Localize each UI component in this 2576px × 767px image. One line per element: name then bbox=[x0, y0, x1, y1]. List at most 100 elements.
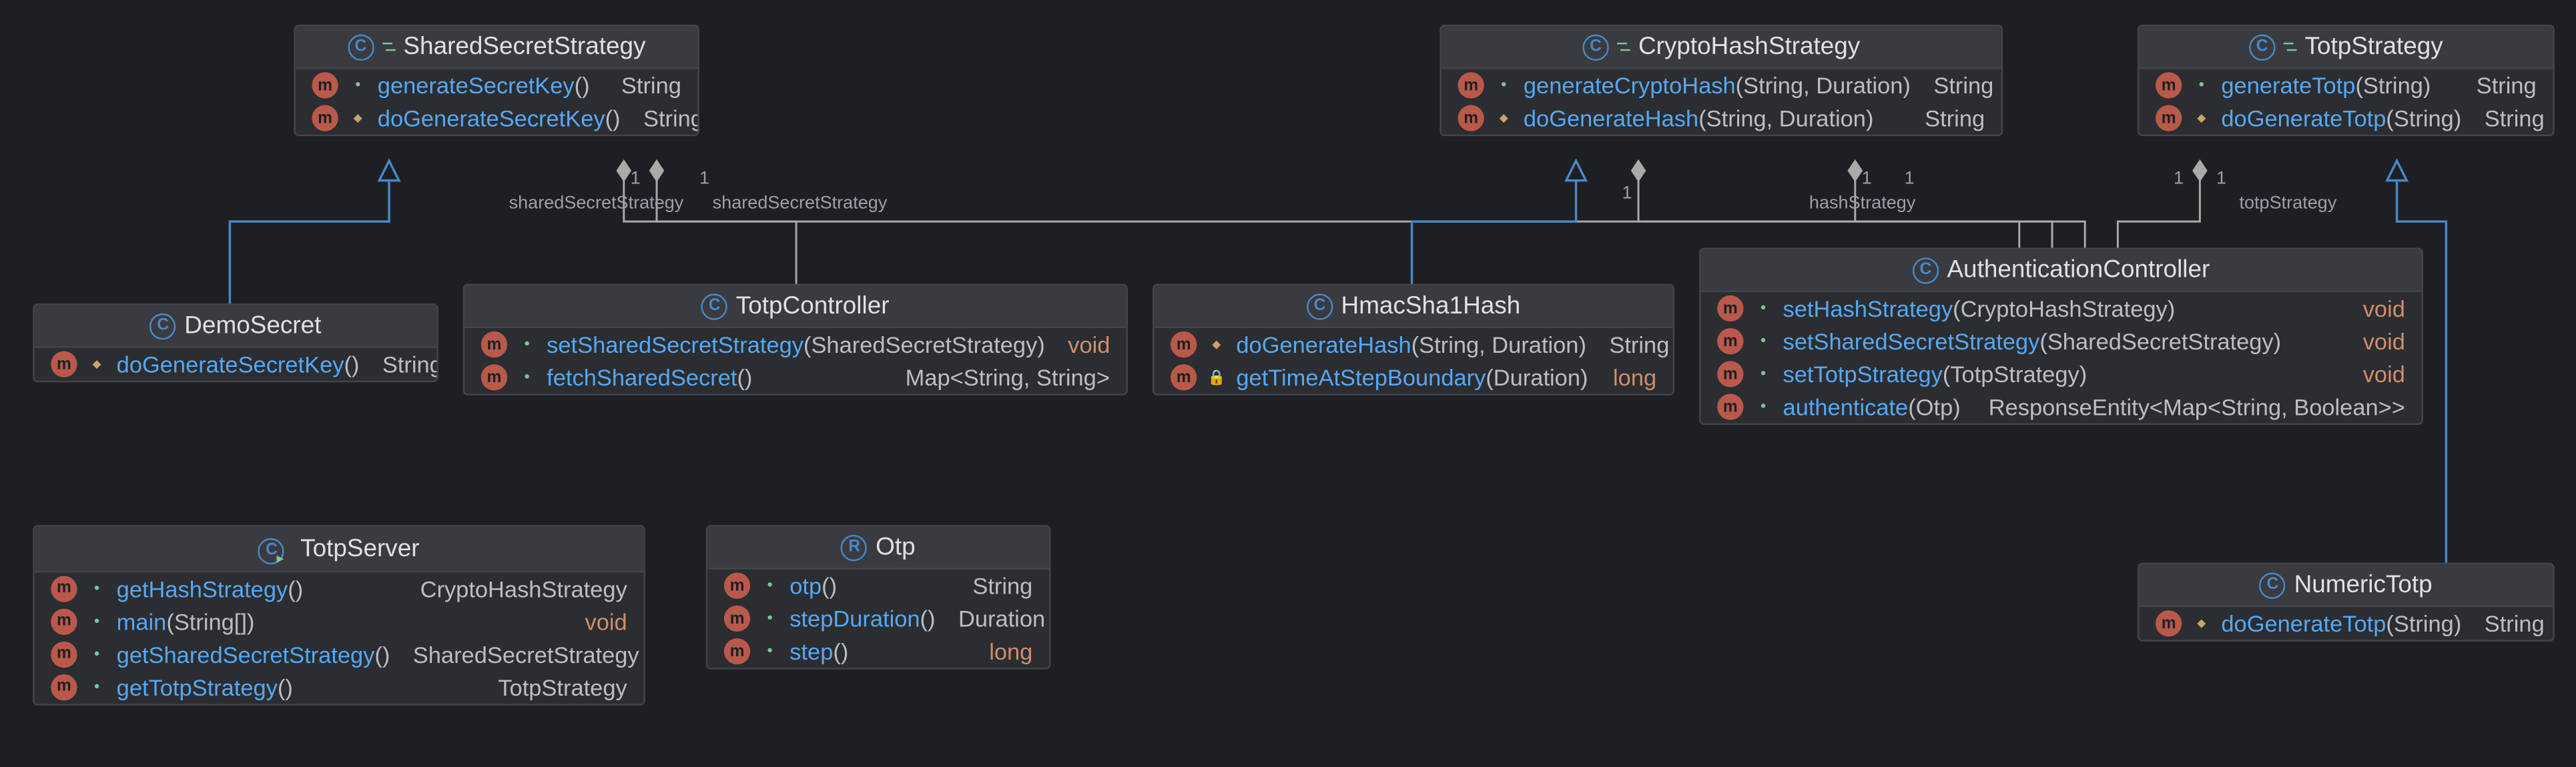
member-row[interactable]: mdoGenerateSecretKey() String bbox=[35, 348, 437, 381]
class-header: C TotpController bbox=[464, 285, 1126, 328]
member-row[interactable]: mstep() long bbox=[707, 635, 1049, 668]
class-totp-strategy[interactable]: C TotpStrategy mgenerateTotp(String) Str… bbox=[2138, 25, 2555, 136]
return-type: String bbox=[621, 72, 681, 98]
class-authentication-controller[interactable]: C AuthenticationController msetHashStrat… bbox=[1699, 247, 2423, 425]
return-type: ResponseEntity<Map<String, Boolean>> bbox=[1989, 394, 2405, 420]
visibility-protected-icon bbox=[2190, 107, 2213, 129]
class-icon: C bbox=[1913, 257, 1939, 283]
method-icon: m bbox=[51, 674, 77, 700]
member-row[interactable]: mgetTotpStrategy() TotpStrategy bbox=[35, 670, 644, 703]
class-name: NumericTotp bbox=[2294, 571, 2433, 599]
method-name: setTotpStrategy bbox=[1783, 361, 1943, 387]
svg-text:1: 1 bbox=[2216, 168, 2226, 188]
class-header: C DemoSecret bbox=[35, 305, 437, 348]
member-row[interactable]: mfetchSharedSecret() Map<String, String> bbox=[464, 361, 1126, 394]
method-params: (String) bbox=[2386, 105, 2461, 131]
method-icon: m bbox=[312, 72, 338, 98]
method-params: () bbox=[344, 351, 359, 377]
visibility-public-icon bbox=[85, 577, 108, 600]
class-name: SharedSecretStrategy bbox=[403, 33, 645, 61]
return-type: long bbox=[1613, 364, 1656, 390]
visibility-private-icon bbox=[1205, 366, 1228, 389]
member-row[interactable]: mgetSharedSecretStrategy() SharedSecretS… bbox=[35, 638, 644, 670]
class-demo-secret[interactable]: C DemoSecret mdoGenerateSecretKey() Stri… bbox=[33, 303, 438, 382]
visibility-public-icon bbox=[1492, 74, 1515, 97]
method-icon: m bbox=[481, 364, 507, 390]
member-row[interactable]: mgenerateCryptoHash(String, Duration) St… bbox=[1441, 69, 2001, 101]
svg-text:1: 1 bbox=[699, 168, 709, 188]
visibility-public-icon bbox=[346, 74, 369, 97]
return-type: String bbox=[972, 573, 1032, 599]
member-row[interactable]: mdoGenerateHash(String, Duration) String bbox=[1441, 102, 2001, 135]
method-icon: m bbox=[1717, 361, 1743, 387]
class-totp-controller[interactable]: C TotpController msetSharedSecretStrateg… bbox=[463, 284, 1128, 396]
class-header: C▸ TotpServer bbox=[35, 527, 644, 572]
uml-canvas: 1 1 1 1 1 1 1 sharedSecretStrategy share… bbox=[0, 0, 2576, 755]
visibility-public-icon bbox=[759, 607, 781, 630]
method-name: doGenerateSecretKey bbox=[117, 351, 344, 377]
class-shared-secret-strategy[interactable]: C SharedSecretStrategy m generateSecretK… bbox=[294, 25, 699, 136]
method-params: (String, Duration) bbox=[1411, 331, 1586, 357]
method-params: () bbox=[920, 606, 936, 632]
visibility-protected-icon bbox=[346, 107, 369, 129]
visibility-public-icon bbox=[1752, 363, 1775, 386]
member-row[interactable]: mgenerateTotp(String) String bbox=[2139, 69, 2553, 101]
visibility-public-icon bbox=[1752, 297, 1775, 319]
svg-text:1: 1 bbox=[2174, 168, 2184, 188]
visibility-public-icon bbox=[759, 574, 781, 597]
method-params: (Otp) bbox=[1908, 394, 1960, 420]
return-type: long bbox=[989, 638, 1032, 664]
return-type: SharedSecretStrategy bbox=[413, 641, 639, 667]
class-icon: C bbox=[1582, 33, 1608, 59]
return-type: String bbox=[1933, 72, 1993, 98]
member-row[interactable]: mdoGenerateTotp(String) String bbox=[2139, 102, 2553, 135]
method-params: (String[]) bbox=[166, 608, 254, 634]
method-params: (String) bbox=[2386, 610, 2461, 636]
class-numeric-totp[interactable]: C NumericTotp mdoGenerateTotp(String) St… bbox=[2138, 563, 2555, 642]
method-name: generateCryptoHash bbox=[1524, 72, 1736, 98]
svg-text:1: 1 bbox=[1862, 168, 1872, 188]
visibility-public-icon bbox=[85, 642, 108, 665]
member-row[interactable]: mauthenticate(Otp) ResponseEntity<Map<St… bbox=[1701, 390, 2422, 423]
class-icon: C bbox=[701, 293, 727, 319]
member-row[interactable]: m generateSecretKey() String bbox=[296, 69, 698, 101]
member-row[interactable]: msetHashStrategy(CryptoHashStrategy) voi… bbox=[1701, 292, 2422, 325]
method-icon: m bbox=[724, 573, 750, 599]
member-row[interactable]: msetSharedSecretStrategy(SharedSecretStr… bbox=[1701, 325, 2422, 357]
class-otp[interactable]: R Otp motp() String mstepDuration() Dura… bbox=[706, 525, 1051, 669]
member-row[interactable]: mdoGenerateHash(String, Duration) String bbox=[1154, 328, 1672, 361]
method-icon: m bbox=[1458, 105, 1484, 131]
method-params: () bbox=[288, 575, 303, 601]
member-row[interactable]: mgetHashStrategy() CryptoHashStrategy bbox=[35, 572, 644, 604]
member-row[interactable]: mdoGenerateTotp(String) String bbox=[2139, 607, 2553, 640]
return-type: String bbox=[2485, 105, 2545, 131]
method-name: doGenerateHash bbox=[1524, 105, 1698, 131]
member-row[interactable]: msetSharedSecretStrategy(SharedSecretStr… bbox=[464, 328, 1126, 361]
member-row[interactable]: msetTotpStrategy(TotpStrategy) void bbox=[1701, 357, 2422, 390]
class-icon: C bbox=[150, 313, 176, 339]
member-row[interactable]: mgetTimeAtStepBoundary(Duration) long bbox=[1154, 361, 1672, 394]
visibility-public-icon bbox=[759, 640, 781, 662]
member-row[interactable]: m doGenerateSecretKey() String bbox=[296, 102, 698, 135]
class-crypto-hash-strategy[interactable]: C CryptoHashStrategy mgenerateCryptoHash… bbox=[1439, 25, 2003, 136]
class-hmac-sha1-hash[interactable]: C HmacSha1Hash mdoGenerateHash(String, D… bbox=[1153, 284, 1674, 396]
return-type: void bbox=[2363, 295, 2405, 321]
method-name: getTimeAtStepBoundary bbox=[1236, 364, 1486, 390]
class-name: Otp bbox=[876, 534, 916, 562]
method-params: (String) bbox=[2355, 72, 2431, 98]
method-params: (SharedSecretStrategy) bbox=[2039, 328, 2281, 354]
method-params: () bbox=[737, 364, 752, 390]
method-name: getSharedSecretStrategy bbox=[117, 641, 375, 667]
member-row[interactable]: mmain(String[]) void bbox=[35, 605, 644, 638]
method-name: fetchSharedSecret bbox=[547, 364, 737, 390]
return-type: String bbox=[1609, 331, 1669, 357]
class-totp-server[interactable]: C▸ TotpServer mgetHashStrategy() CryptoH… bbox=[33, 525, 645, 704]
edge-label: sharedSecretStrategy bbox=[713, 193, 888, 213]
visibility-public-icon bbox=[85, 610, 108, 632]
member-row[interactable]: mstepDuration() Duration bbox=[707, 602, 1049, 635]
return-type: void bbox=[585, 608, 627, 634]
visibility-public-icon bbox=[1752, 329, 1775, 352]
method-name: authenticate bbox=[1783, 394, 1909, 420]
class-header: C CryptoHashStrategy bbox=[1441, 26, 2001, 69]
member-row[interactable]: motp() String bbox=[707, 570, 1049, 602]
